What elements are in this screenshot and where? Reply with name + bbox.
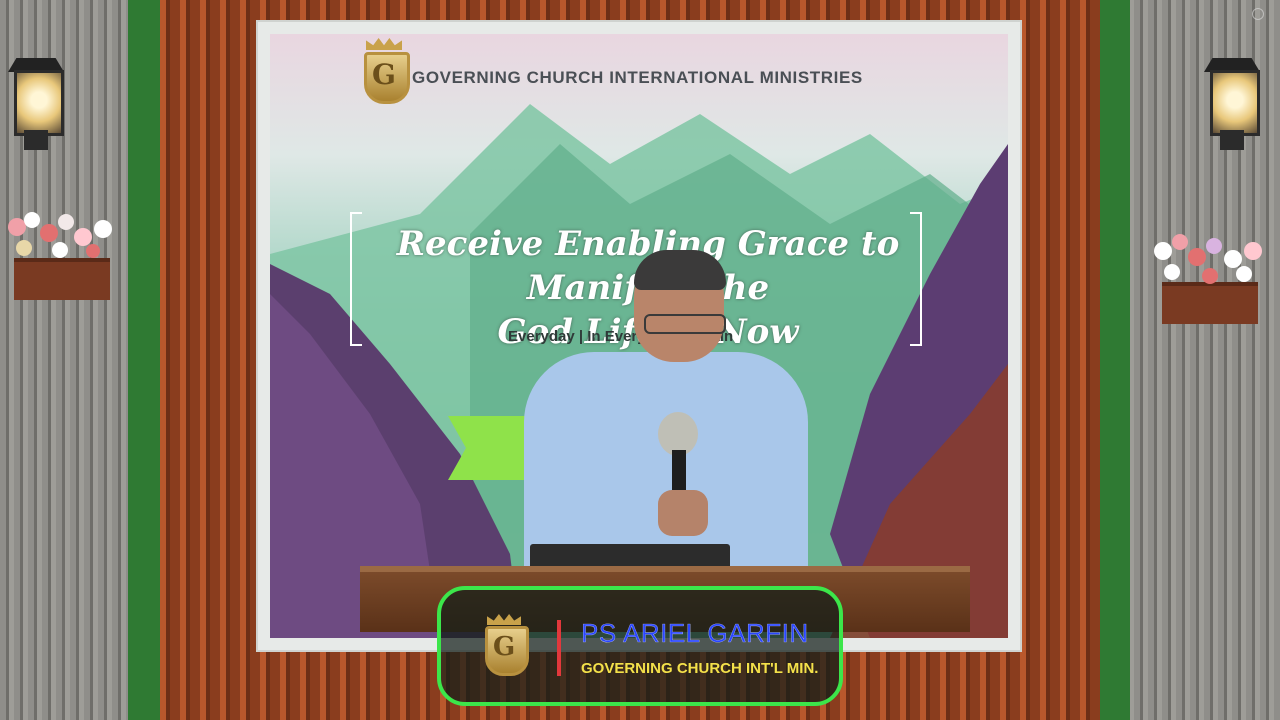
video-frame: G GOVERNING CHURCH INTERNATIONAL MINISTR… [0,0,1280,720]
banner-organization-name: GOVERNING CHURCH INTERNATIONAL MINISTRIE… [412,68,863,87]
right-green-trim [1100,0,1130,720]
settings-icon[interactable] [1252,8,1264,20]
caption-divider [557,620,561,676]
speaker-name: PS ARIEL GARFIN [581,618,809,648]
speaker-organization: GOVERNING CHURCH INT'L MIN. [581,660,819,677]
wall-lamp-icon [1202,40,1262,150]
lower-third-caption: G PS ARIEL GARFIN GOVERNING CHURCH INT'L… [437,586,843,706]
church-logo-icon: G [354,38,414,104]
flower-planter-icon [1150,234,1270,324]
left-green-trim [128,0,160,720]
wall-lamp-icon [6,40,66,150]
speaker [524,250,808,572]
church-logo-icon: G [477,614,531,676]
flower-planter-icon [2,210,122,300]
theme-bracket-left [350,212,362,346]
